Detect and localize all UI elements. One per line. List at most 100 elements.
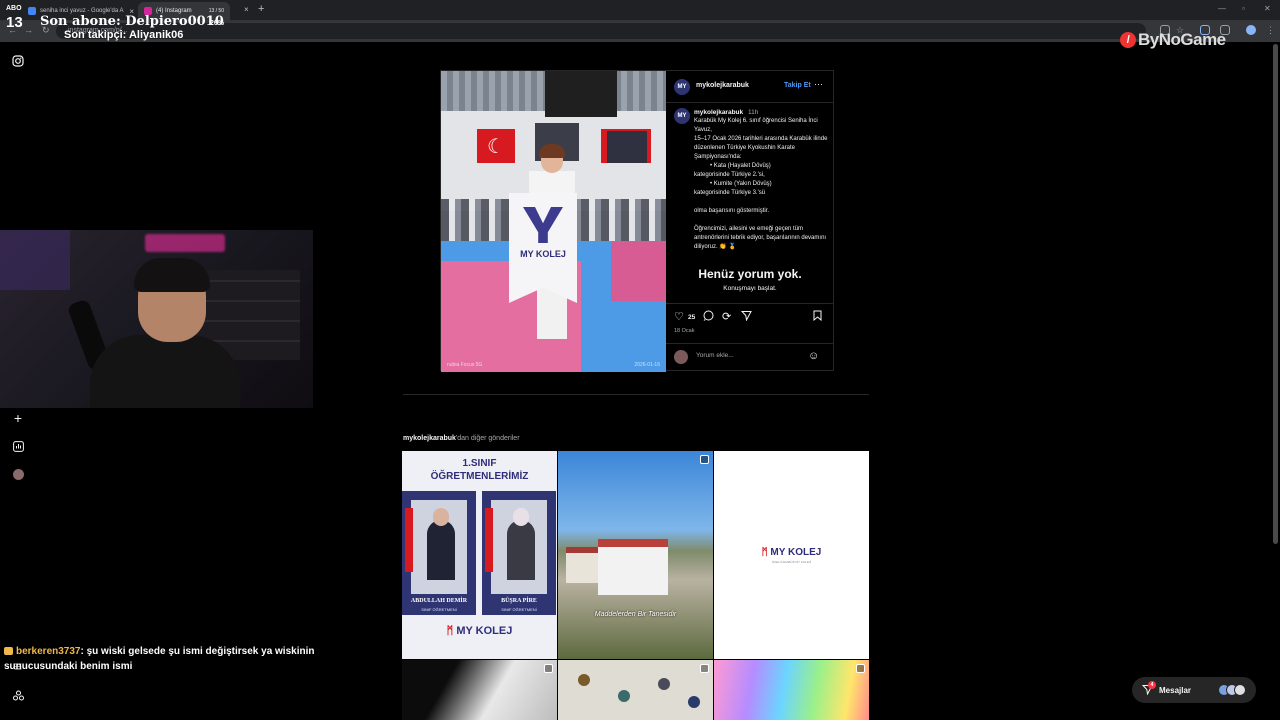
streamer-logo: / ByNoGame <box>1120 30 1226 50</box>
forward-icon[interactable]: → <box>24 25 33 35</box>
save-bookmark-icon[interactable] <box>813 310 822 324</box>
comment-bar: Yorum ekle... ☺ <box>666 343 834 372</box>
comment-input[interactable]: Yorum ekle... <box>696 352 734 359</box>
post-header: MY mykolejkarabuk Takip Et ··· <box>666 71 834 103</box>
grid-post-logo[interactable]: ᛗ MY KOLEJ ÖZEL KARABÜK MY KOLEJİ <box>714 451 869 659</box>
bynogame-logo-icon: / <box>1120 32 1136 48</box>
follow-button[interactable]: Takip Et <box>784 82 811 89</box>
caption-line: Öğrencimizi, ailesini ve emeği geçen tüm… <box>694 226 827 250</box>
more-posts-suffix: 'dan diğer gönderiler <box>455 435 520 442</box>
message-avatars <box>1218 684 1246 696</box>
more-posts-title: mykolejkarabuk'dan diğer gönderiler <box>403 435 520 442</box>
new-tab-button[interactable]: + <box>258 3 264 15</box>
my-kolej-emblem-icon: ᛗ <box>446 625 457 637</box>
caption-username[interactable]: mykolejkarabuk <box>694 109 743 116</box>
sub-counter-value: 13 <box>6 14 23 31</box>
maximize-icon[interactable]: ▫ <box>1242 4 1245 13</box>
caption-line: • Kata (Hayalet Dövüş) <box>710 163 771 169</box>
minimize-icon[interactable]: — <box>1218 4 1226 13</box>
page-scrollbar[interactable] <box>1273 44 1278 544</box>
brand-subtitle: ÖZEL KARABÜK MY KOLEJİ <box>771 559 812 564</box>
more-options-icon[interactable]: ··· <box>814 79 823 89</box>
teacher-name: ABDULLAH DEMİR <box>410 598 468 604</box>
aerial-caption: Maddelerden Bir Tanesidir <box>594 611 677 618</box>
browser-menu-icon[interactable]: ⋮ <box>1266 25 1275 36</box>
no-comments-title: Henüz yorum yok. <box>698 267 802 281</box>
banner-text: MY KOLEJ <box>520 249 566 259</box>
teacher-role: SINIF ÖĞRETMENİ <box>501 607 537 612</box>
scoreboard <box>545 71 617 117</box>
chat-username: berkeren3737 <box>16 646 81 657</box>
reel-icon <box>700 455 709 464</box>
like-count: 25 <box>688 314 696 321</box>
teacher-card: BÜŞRA PİRE SINIF ÖĞRETMENİ <box>482 491 556 615</box>
grid-post[interactable] <box>558 660 713 720</box>
grid-post[interactable] <box>714 660 869 720</box>
avatar <box>674 350 688 364</box>
comment-icon[interactable] <box>703 310 714 324</box>
like-heart-icon[interactable]: ♡ <box>674 310 684 323</box>
goal-percent: 26% <box>210 20 225 27</box>
my-kolej-banner: MY KOLEJ <box>509 193 577 303</box>
caption-line: • Kumite (Yakın Dövüş) <box>710 181 772 187</box>
brand-wordmark: ᛗ MY KOLEJ <box>762 547 822 558</box>
section-divider <box>403 394 869 395</box>
last-follower: Son takipçi: Aliyanik06 <box>64 29 184 41</box>
dashboard-icon[interactable] <box>11 439 25 453</box>
teacher-role: SINIF ÖĞRETMENİ <box>421 607 457 612</box>
teachers-heading: 1.SINIF ÖĞRETMENLERİMİZ <box>402 451 557 491</box>
grid-post-aerial[interactable]: Maddelerden Bir Tanesidir <box>558 451 713 659</box>
messages-button[interactable]: 4 Mesajlar <box>1132 677 1256 703</box>
teacher-name: BÜŞRA PİRE <box>501 598 537 604</box>
caption-line: kategorisinde Türkiye 2.'si, <box>694 172 765 178</box>
post-username[interactable]: mykolejkarabuk <box>696 82 749 89</box>
caption-time: 11h <box>748 109 759 116</box>
instagram-logo-icon[interactable] <box>11 54 25 68</box>
profile-avatar-icon[interactable] <box>1246 25 1256 35</box>
google-icon <box>28 7 36 15</box>
grid-post[interactable] <box>402 660 557 720</box>
brand-text: MY KOLEJ <box>770 546 822 558</box>
caption-line: 15–17 Ocak 2026 tarihleri arasında Karab… <box>694 136 828 160</box>
caption-line: kategorisinde Türkiye 3.'sü <box>694 190 766 196</box>
more-posts-user[interactable]: mykolejkarabuk <box>403 435 456 442</box>
teachers-title-line: 1.SINIF <box>462 458 497 469</box>
teacher-card: ABDULLAH DEMİR SINIF ÖĞRETMENİ <box>402 491 476 615</box>
emoji-icon[interactable]: ☺ <box>808 350 819 362</box>
logo-text: ByNoGame <box>1138 30 1226 49</box>
post-details: MY mykolejkarabuk Takip Et ··· MY mykole… <box>666 71 834 372</box>
caption-text: Karabük My Kolej 6. sınıf öğrencisi Seni… <box>694 117 828 252</box>
reel-icon <box>700 664 709 673</box>
webcam-feed <box>0 230 313 408</box>
instagram-post: ☾ MY KOLEJ nubia Focus 5G 2026-01-16 MY … <box>440 70 834 372</box>
reel-icon <box>856 664 865 673</box>
create-icon[interactable]: + <box>11 410 25 426</box>
messages-badge: 4 <box>1148 681 1156 689</box>
brand-wordmark: ᛗ MY KOLEJ <box>402 625 557 637</box>
grid-post-teachers[interactable]: 1.SINIF ÖĞRETMENLERİMİZ ABDULLAH DEMİR S… <box>402 451 557 659</box>
window-close-icon[interactable]: ✕ <box>1264 4 1271 13</box>
teachers-title-line: ÖĞRETMENLERİMİZ <box>430 471 529 482</box>
post-photo[interactable]: ☾ MY KOLEJ nubia Focus 5G 2026-01-16 <box>441 71 666 372</box>
caption-line: Karabük My Kolej 6. sınıf öğrencisi Seni… <box>694 118 818 133</box>
school-building <box>598 539 668 595</box>
stream-chat-message: berkeren3737: şu wiski gelsede şu ismi d… <box>4 644 384 674</box>
brand-text: MY KOLEJ <box>456 625 513 637</box>
close-tab-icon[interactable]: × <box>244 5 249 14</box>
subscriber-badge-icon <box>4 647 13 655</box>
profile-icon[interactable] <box>11 467 25 481</box>
last-subscriber: Son abone: Delpiero0010 <box>40 14 224 29</box>
caption-line: olma başarısını göstermiştir. <box>694 208 770 214</box>
photo-watermark: nubia Focus 5G <box>447 362 483 368</box>
photo-date: 2026-01-16 <box>634 362 660 368</box>
avatar[interactable]: MY <box>674 108 690 124</box>
repost-icon[interactable]: ⟳ <box>722 310 731 323</box>
threads-icon[interactable] <box>11 688 25 702</box>
avatar[interactable]: MY <box>674 79 690 95</box>
reel-icon <box>544 664 553 673</box>
portrait <box>607 131 647 163</box>
sub-counter-label: ABO <box>6 5 22 12</box>
my-kolej-emblem-icon <box>523 207 563 243</box>
start-conversation-text: Konuşmayı başlat. <box>723 285 777 292</box>
share-icon[interactable] <box>740 310 752 324</box>
